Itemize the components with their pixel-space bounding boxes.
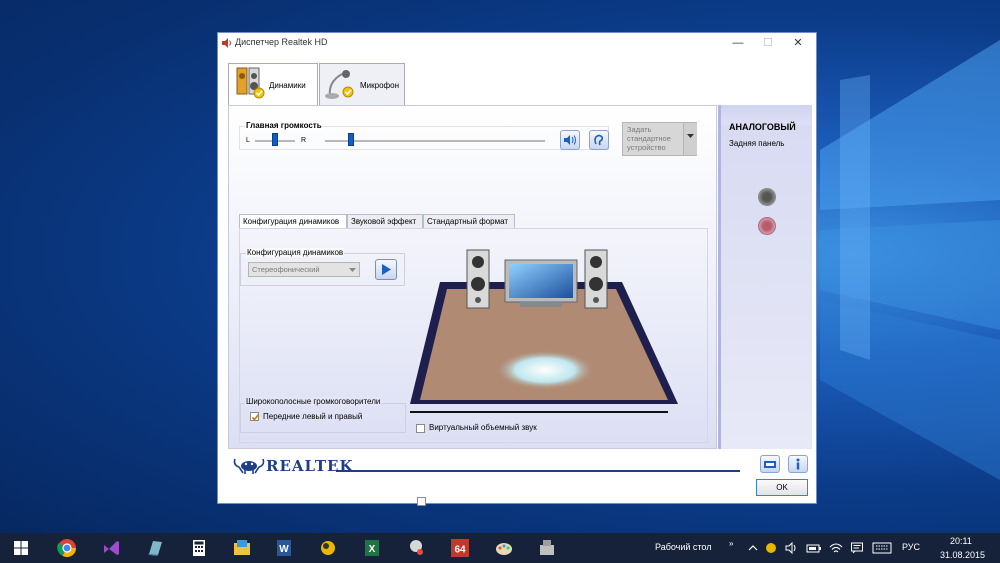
taskbar: W X 64 Рабочий стол » РУС 20:11 31.08.20… (0, 533, 1000, 563)
line-out-jack[interactable] (758, 188, 776, 206)
tray-chevron-up-icon[interactable] (746, 541, 760, 555)
tab-sound-effect[interactable]: Звуковой эффект (347, 214, 423, 228)
file-explorer-icon[interactable] (231, 537, 253, 559)
analog-title: АНАЛОГОВЫЙ (729, 122, 796, 132)
fullrange-group-label: Широкополосные громкоговорители (245, 397, 382, 406)
speaker-config-group-label: Конфигурация динамиков (246, 248, 345, 257)
balance-right-label: R (301, 137, 307, 144)
front-speakers-checkbox[interactable] (250, 412, 260, 421)
close-button[interactable]: ✕ (784, 35, 812, 51)
default-device-line3: устройство (627, 143, 666, 152)
tab-microphone[interactable]: Микрофон (319, 63, 405, 105)
tray-keyboard-icon[interactable] (872, 541, 892, 555)
tray-battery-icon[interactable] (806, 541, 822, 555)
balance-slider[interactable] (272, 133, 278, 146)
desktop-toolbar-label[interactable]: Рабочий стол (655, 542, 712, 552)
aida64-icon-text: 64 (454, 545, 466, 556)
tray-notifications-icon[interactable] (850, 541, 864, 555)
tab-speakers-label: Динамики (269, 81, 306, 90)
visual-studio-icon[interactable] (100, 537, 122, 559)
balance-settings-button[interactable] (589, 130, 609, 150)
tab-speaker-config[interactable]: Конфигурация динамиков (239, 214, 347, 229)
dropdown-arrow (683, 123, 697, 155)
tab-speakers[interactable]: Динамики (228, 63, 318, 106)
chrome-icon[interactable] (56, 537, 78, 559)
clock-time[interactable]: 20:11 (950, 536, 972, 546)
speaker-config-select[interactable]: Стереофонический (248, 262, 360, 277)
set-default-device-dropdown[interactable]: Задать стандартное устройство (622, 122, 697, 156)
play-test-button[interactable] (375, 259, 397, 280)
room-illustration (410, 249, 678, 413)
folder-icon (764, 461, 776, 468)
realtek-window: Диспетчер Realtek HD — ☐ ✕ Динамики Микр… (217, 32, 817, 506)
chevron-down-icon (349, 268, 356, 272)
tab-default-format[interactable]: Стандартный формат (423, 214, 515, 228)
master-volume-track (325, 140, 545, 142)
default-device-line1: Задать (627, 125, 652, 134)
toolbar-chevron-icon[interactable]: » (729, 539, 733, 548)
play-icon (382, 264, 391, 275)
brand-divider (336, 470, 740, 472)
virtual-surround-box[interactable] (416, 424, 425, 433)
tab-microphone-label: Микрофон (360, 81, 399, 90)
minimize-button[interactable]: — (724, 35, 752, 51)
front-speakers-label: Передние левый и правый (263, 412, 363, 421)
volume-speaker-icon (564, 135, 576, 145)
info-icon (796, 458, 800, 470)
window-title: Диспетчер Realtek HD (235, 37, 328, 47)
title-bar[interactable]: Диспетчер Realtek HD — ☐ ✕ (218, 33, 816, 53)
tray-volume-icon[interactable] (784, 541, 798, 555)
mute-button[interactable] (560, 130, 580, 150)
clock-date[interactable]: 31.08.2015 (940, 550, 985, 560)
mic-in-jack[interactable] (758, 217, 776, 235)
realtek-crab-logo (233, 458, 265, 474)
balance-left-label: L (246, 137, 250, 144)
master-volume-slider[interactable] (348, 133, 355, 146)
master-volume-label: Главная громкость (245, 121, 323, 130)
network-app-icon[interactable] (405, 537, 427, 559)
faststone-icon[interactable] (317, 537, 339, 559)
maximize-button[interactable]: ☐ (754, 35, 782, 51)
windows-start-icon[interactable] (10, 537, 32, 559)
device-tabstrip: Динамики Микрофон (218, 53, 816, 106)
analog-panel: АНАЛОГОВЫЙ Задняя панель (718, 105, 812, 449)
checkmark-icon (251, 414, 260, 421)
word-icon-letter: W (279, 544, 289, 555)
ok-button[interactable]: OK (756, 479, 808, 496)
word-icon[interactable]: W (273, 537, 295, 559)
speakers-icon (236, 67, 265, 99)
triangle-down-icon (687, 134, 694, 138)
ear-icon (594, 134, 604, 146)
speaker-config-content: Конфигурация динамиков Стереофонический … (239, 228, 708, 506)
speaker-config-value: Стереофонический (252, 265, 320, 274)
installer-icon[interactable] (536, 537, 558, 559)
paint-icon[interactable] (493, 537, 515, 559)
speakers-panel: Главная громкость L R Задать стандартное… (228, 105, 717, 506)
input-language[interactable]: РУС (902, 542, 920, 552)
excel-icon[interactable]: X (361, 537, 383, 559)
tray-wifi-icon[interactable] (828, 541, 844, 555)
speaker-icon (222, 38, 231, 48)
connector-settings-button[interactable] (760, 455, 780, 473)
notebook-icon[interactable] (144, 537, 166, 559)
microphone-icon (325, 70, 354, 99)
default-device-line2: стандартное (627, 134, 671, 143)
info-button[interactable] (788, 455, 808, 473)
virtual-surround-checkbox[interactable] (417, 497, 426, 506)
virtual-surround-label: Виртуальный объемный звук (429, 423, 537, 432)
excel-icon-letter: X (369, 544, 376, 555)
tray-app-icon[interactable] (764, 541, 778, 555)
aida64-icon[interactable]: 64 (449, 537, 471, 559)
rear-panel-label: Задняя панель (729, 139, 785, 148)
realtek-brand: REALTEK (266, 457, 354, 475)
calculator-icon[interactable] (188, 537, 210, 559)
